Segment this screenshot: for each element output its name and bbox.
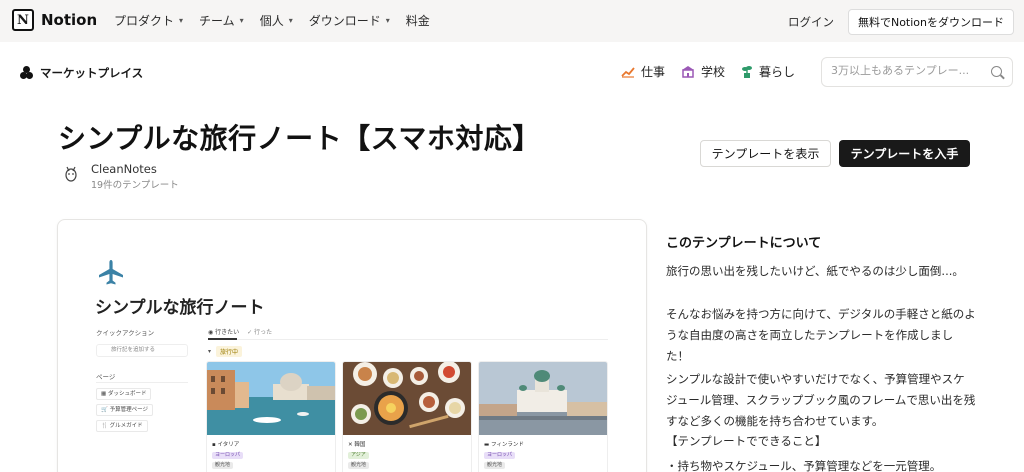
about-heading: このテンプレートについて [666, 236, 822, 251]
author-name[interactable]: CleanNotes [91, 162, 157, 176]
about-paragraph-1: 旅行の思い出を残したいけど、紙でやるのは少し面倒...。 [666, 264, 964, 278]
tab-label: 行った [254, 329, 273, 336]
gallery-card-italy: ▪ イタリア ヨーロッパ 観光地 [206, 361, 336, 472]
nav-item-label: プロダクト [114, 14, 175, 28]
card-name-label: フィンランド [490, 442, 524, 448]
marketplace-label: マーケットプレイス [40, 66, 144, 80]
filter-group: ▾ 旅行中 [208, 346, 243, 357]
brand[interactable]: N Notion [12, 9, 97, 31]
avatar-icon [65, 166, 77, 182]
top-nav: N Notion プロダクト ▾ チーム ▾ 個人 ▾ ダウンロード ▾ 料金 ログイン… [0, 0, 1024, 42]
plant-icon [742, 65, 753, 78]
template-search [821, 57, 1013, 87]
template-preview[interactable]: シンプルな旅行ノート クイックアクション 旅行記を追加する ページ ▦ ダッシュ… [57, 219, 647, 472]
card-name: ▬ フィンランド [484, 442, 524, 448]
category-school[interactable]: 学校 [681, 63, 725, 80]
card-name: ✕ 韓国 [348, 442, 366, 448]
chevron-down-icon: ▾ [288, 16, 293, 25]
quick-action-label: クイックアクション [96, 329, 155, 337]
get-template-button[interactable]: テンプレートを入手 [839, 140, 970, 167]
about-paragraph-2: そんなお悩みを持つ方に向けて、デジタルの手軽さと紙のような自由度の高さを両立した… [666, 307, 976, 363]
tag-region: ヨーロッパ [212, 452, 244, 459]
marketplace-link[interactable]: マーケットプレイス [20, 65, 143, 81]
nav-menu: プロダクト ▾ チーム ▾ 個人 ▾ ダウンロード ▾ 料金 [114, 12, 430, 29]
nav-item-personal[interactable]: 個人 ▾ [260, 12, 293, 29]
nav-item-label: チーム [199, 14, 235, 28]
tag-type: 観光地 [212, 462, 234, 469]
notion-logo-icon: N [12, 9, 34, 31]
brand-name: Notion [41, 11, 98, 29]
toggle-icon: ▾ [208, 348, 212, 355]
gallery-card-korea: ✕ 韓国 アジア 観光地 [342, 361, 472, 472]
tabs-divider [208, 339, 608, 340]
about-paragraph-5: ・持ち物やスケジュール、予算管理などを一元管理。 [666, 459, 942, 472]
nav-item-product[interactable]: プロダクト ▾ [114, 12, 183, 29]
nav-item-label: 個人 [259, 14, 284, 28]
page-link-gourmet: 🍴 グルメガイド [96, 420, 148, 432]
search-icon[interactable] [991, 66, 1002, 77]
card-name: ▪ イタリア [212, 442, 240, 448]
author-avatar[interactable] [60, 163, 82, 185]
category-life[interactable]: 暮らし [741, 63, 795, 80]
active-tab-indicator [208, 338, 237, 340]
tag-region: アジア [348, 452, 369, 459]
helsinki-image [479, 362, 607, 435]
preview-tabs: ◉ 行きたい ✓ 行った [208, 327, 272, 336]
category-label: 仕事 [641, 65, 666, 79]
page-link-budget: 🛒 予算管理ページ [96, 404, 153, 416]
login-link[interactable]: ログイン [788, 14, 834, 30]
airplane-icon [97, 258, 125, 291]
tab-want: ◉ 行きたい [208, 329, 240, 336]
nav-item-pricing[interactable]: 料金 [406, 12, 430, 29]
category-work[interactable]: 仕事 [621, 63, 665, 80]
page-link-label: グルメガイド [109, 423, 143, 429]
divider [96, 382, 188, 383]
download-free-button[interactable]: 無料でNotionをダウンロード [847, 9, 1014, 35]
pages-label: ページ [96, 373, 116, 381]
marketplace-icon [20, 66, 34, 80]
template-title: シンプルな旅行ノート【スマホ対応】 [58, 122, 541, 155]
category-label: 暮らし [759, 65, 796, 79]
page-link-label: 予算管理ページ [109, 407, 148, 413]
gallery-card-finland: ▬ フィンランド ヨーロッパ 観光地 [478, 361, 608, 472]
nav-item-team[interactable]: チーム ▾ [199, 12, 244, 29]
nav-item-label: 料金 [405, 14, 430, 28]
card-name-label: 韓国 [354, 442, 366, 448]
filter-label: 旅行中 [216, 346, 243, 357]
preview-page-title: シンプルな旅行ノート [95, 298, 265, 318]
tag-region: ヨーロッパ [484, 452, 516, 459]
page-link-label: ダッシュボード [107, 391, 147, 397]
chevron-down-icon: ▾ [239, 16, 244, 25]
chart-icon [621, 66, 635, 78]
about-paragraph-4: 【テンプレートでできること】 [666, 434, 827, 448]
school-icon [682, 66, 695, 78]
quick-action-button: 旅行記を追加する [96, 344, 188, 357]
search-input[interactable] [831, 64, 981, 77]
chevron-down-icon: ▾ [179, 16, 184, 25]
nav-item-label: ダウンロード [308, 14, 381, 28]
category-label: 学校 [701, 65, 726, 79]
chevron-down-icon: ▾ [385, 16, 390, 25]
tab-visited: ✓ 行った [247, 329, 273, 336]
category-links: 仕事 学校 暮らし [621, 63, 795, 80]
tab-label: 行きたい [215, 329, 240, 336]
author-template-count: 19件のテンプレート [91, 180, 179, 191]
venice-image [207, 362, 335, 435]
logo-letter: N [17, 12, 29, 28]
tag-type: 観光地 [348, 462, 370, 469]
card-name-label: イタリア [217, 442, 240, 448]
tag-type: 観光地 [484, 462, 506, 469]
korean-food-image [343, 362, 471, 435]
about-paragraph-3: シンプルな設計で使いやすいだけでなく、予算管理やスケジュール管理、スクラップブッ… [666, 372, 976, 428]
nav-item-download[interactable]: ダウンロード ▾ [309, 12, 390, 29]
page-link-dashboard: ▦ ダッシュボード [96, 388, 152, 400]
view-template-button[interactable]: テンプレートを表示 [700, 140, 831, 167]
nav-right: ログイン 無料でNotionをダウンロード [788, 9, 1014, 35]
